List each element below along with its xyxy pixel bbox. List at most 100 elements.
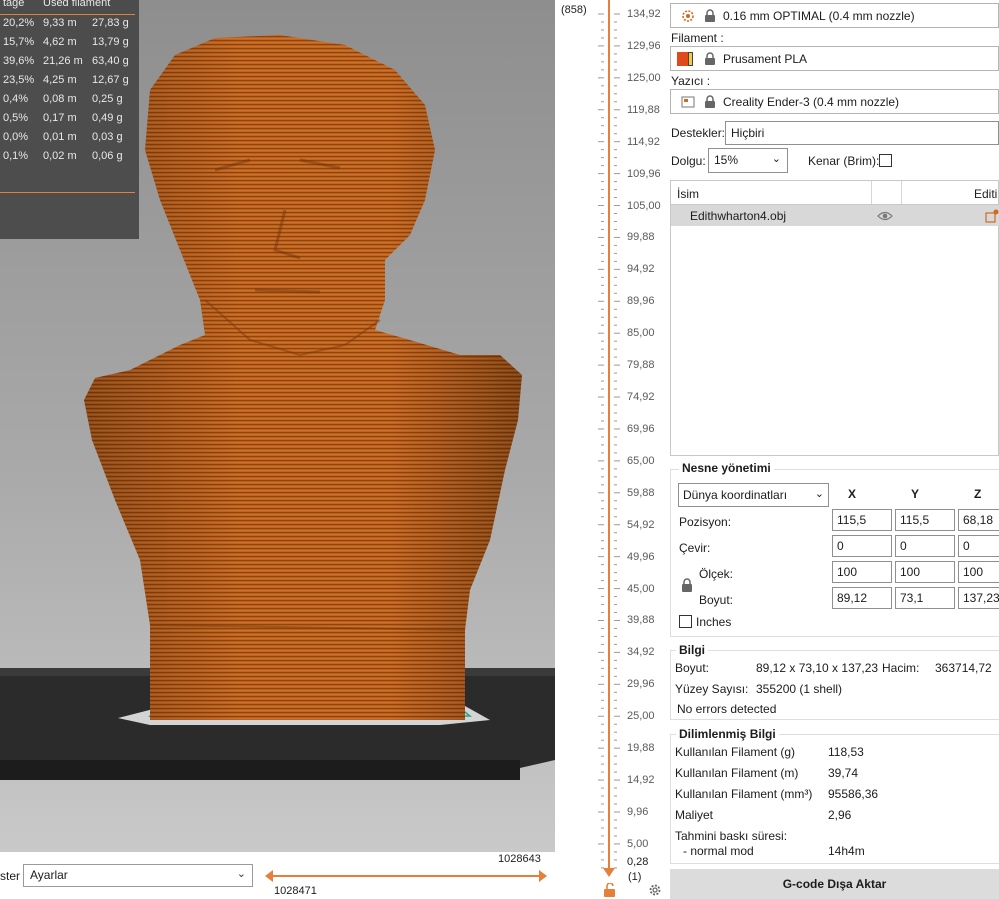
supports-label: Destekler: bbox=[671, 126, 726, 140]
infill-dropdown[interactable]: 15% ⌄ bbox=[708, 148, 788, 173]
normal-mode-value: 14h4m bbox=[828, 844, 865, 858]
layer-height-label: 5,00 bbox=[627, 837, 649, 850]
rotation-x-input[interactable]: 0 bbox=[832, 535, 892, 557]
rotation-z-input[interactable]: 0 bbox=[958, 535, 999, 557]
info-volume-label: Hacim: bbox=[882, 661, 920, 675]
axis-x-label: X bbox=[848, 487, 857, 501]
column-edit[interactable]: Editi bbox=[974, 187, 997, 201]
sliced-info-value: 39,74 bbox=[828, 766, 859, 780]
size-z-input[interactable]: 137,23 bbox=[958, 587, 999, 609]
usage-meters: 9,33 m bbox=[43, 17, 77, 29]
lock-icon[interactable] bbox=[681, 578, 693, 593]
position-x-input[interactable]: 115,5 bbox=[832, 509, 892, 531]
layer-height-label: 9,96 bbox=[627, 806, 649, 818]
usage-percent: 0,4% bbox=[3, 93, 29, 105]
brim-checkbox[interactable] bbox=[879, 154, 892, 167]
usage-grams: 12,67 g bbox=[92, 74, 129, 86]
layer-height-label: 79,88 bbox=[627, 359, 655, 372]
usage-row: 0,5% 0,17 m 0,49 g bbox=[0, 112, 139, 131]
position-y-input[interactable]: 115,5 bbox=[895, 509, 955, 531]
usage-meters: 0,17 m bbox=[43, 112, 77, 124]
object-list[interactable] bbox=[670, 204, 999, 456]
layer-height-label: 14,92 bbox=[627, 774, 655, 787]
sliced-info-label: Kullanılan Filament (m) bbox=[675, 766, 799, 780]
sliced-info-value: 2,96 bbox=[828, 808, 852, 822]
rotation-y-input[interactable]: 0 bbox=[895, 535, 955, 557]
sliced-info-label: Kullanılan Filament (g) bbox=[675, 745, 796, 759]
3d-viewport[interactable]: tage Used filament 20,2% 9,33 m 27,83 g 15,… bbox=[0, 0, 555, 852]
position-label: Pozisyon: bbox=[679, 515, 732, 529]
filament-value: Prusament PLA bbox=[723, 52, 808, 66]
layer-height-label: 34,92 bbox=[627, 646, 655, 659]
scale-label: Ölçek: bbox=[699, 567, 734, 581]
header-divider bbox=[0, 14, 135, 15]
right-thumb-icon bbox=[539, 870, 547, 882]
layer-height-label: 59,88 bbox=[627, 486, 655, 499]
bust-model[interactable] bbox=[84, 35, 522, 720]
layer-height-label: 69,96 bbox=[627, 422, 655, 435]
usage-grams: 27,83 g bbox=[92, 17, 129, 29]
sliced-info-value: 118,53 bbox=[828, 745, 864, 759]
inches-checkbox[interactable] bbox=[679, 615, 692, 628]
layer-height-label: 49,96 bbox=[627, 550, 655, 563]
presets-dropdown[interactable]: Ayarlar ⌄ bbox=[23, 864, 253, 887]
info-size-value: 89,12 x 73,10 x 137,23 bbox=[756, 661, 879, 675]
gear-icon[interactable] bbox=[648, 883, 662, 897]
edit-settings-icon[interactable] bbox=[985, 209, 999, 223]
usage-meters: 4,25 m bbox=[43, 74, 77, 86]
scale-y-input[interactable]: 100 bbox=[895, 561, 955, 583]
scale-x-input[interactable]: 100 bbox=[832, 561, 892, 583]
export-gcode-button[interactable]: G-code Dışa Aktar bbox=[670, 869, 999, 899]
layer-height-label: 109,96 bbox=[627, 167, 661, 180]
usage-grams: 63,40 g bbox=[92, 55, 129, 67]
presets-value: Ayarlar bbox=[30, 868, 68, 882]
layer-height-label: 85,00 bbox=[627, 327, 655, 340]
position-z-input[interactable]: 68,18 bbox=[958, 509, 999, 531]
presets-label: ster bbox=[0, 869, 21, 883]
layer-height-label: 134,92 bbox=[627, 8, 661, 20]
column-divider bbox=[901, 181, 902, 205]
chevron-down-icon: ⌄ bbox=[771, 153, 781, 165]
print-settings-combo[interactable]: 0.16 mm OPTIMAL (0.4 mm nozzle) bbox=[670, 3, 999, 28]
eye-icon[interactable] bbox=[877, 210, 893, 222]
inches-label: Inches bbox=[696, 615, 732, 629]
usage-row: 0,0% 0,01 m 0,03 g bbox=[0, 131, 139, 150]
scale-z-input[interactable]: 100 bbox=[958, 561, 999, 583]
size-x-input[interactable]: 89,12 bbox=[832, 587, 892, 609]
left-thumb-icon bbox=[265, 870, 273, 882]
lock-icon bbox=[705, 52, 715, 65]
usage-row: 0,4% 0,08 m 0,25 g bbox=[0, 93, 139, 112]
unlock-icon[interactable] bbox=[603, 883, 617, 897]
filament-combo[interactable]: Prusament PLA bbox=[670, 46, 999, 71]
printer-value: Creality Ender-3 (0.4 mm nozzle) bbox=[723, 95, 900, 109]
info-title: Bilgi bbox=[676, 643, 708, 657]
info-facets-value: 355200 (1 shell) bbox=[756, 682, 843, 696]
layer-height-label: 74,92 bbox=[627, 391, 655, 404]
horizontal-move-slider[interactable] bbox=[263, 866, 549, 886]
vertical-layer-slider[interactable] bbox=[596, 0, 626, 885]
layer-height-label: 94,92 bbox=[627, 263, 655, 276]
object-row[interactable]: Edithwharton4.obj bbox=[671, 205, 999, 226]
printer-label: Yazıcı : bbox=[671, 74, 711, 88]
filament-color-swatch-2 bbox=[688, 52, 693, 66]
coordinate-system-dropdown[interactable]: Dünya koordinatları ⌄ bbox=[678, 483, 829, 507]
layer-height-label: 105,00 bbox=[627, 199, 661, 212]
column-name[interactable]: İsim bbox=[677, 187, 699, 201]
filament-color-swatch bbox=[677, 52, 688, 66]
chevron-down-icon: ⌄ bbox=[236, 868, 246, 880]
usage-percent: 0,5% bbox=[3, 112, 29, 124]
print-time-label: Tahmini baskı süresi: bbox=[675, 829, 788, 843]
filament-usage-panel: tage Used filament 20,2% 9,33 m 27,83 g 15,… bbox=[0, 0, 139, 239]
axis-z-label: Z bbox=[974, 487, 982, 501]
lower-layer-height: 0,28 bbox=[627, 856, 649, 868]
layer-height-label: 125,00 bbox=[627, 71, 661, 84]
size-y-input[interactable]: 73,1 bbox=[895, 587, 955, 609]
supports-dropdown[interactable]: Hiçbiri bbox=[725, 121, 999, 145]
chevron-down-icon: ⌄ bbox=[814, 488, 824, 500]
layer-height-label: 99,88 bbox=[627, 231, 655, 244]
printer-combo[interactable]: Creality Ender-3 (0.4 mm nozzle) bbox=[670, 89, 999, 114]
sliced-info-value: 95586,36 bbox=[828, 787, 879, 801]
h-slider-lower-value: 1028471 bbox=[274, 885, 317, 897]
percentage-header: tage bbox=[3, 0, 25, 9]
usage-percent: 39,6% bbox=[3, 55, 35, 67]
